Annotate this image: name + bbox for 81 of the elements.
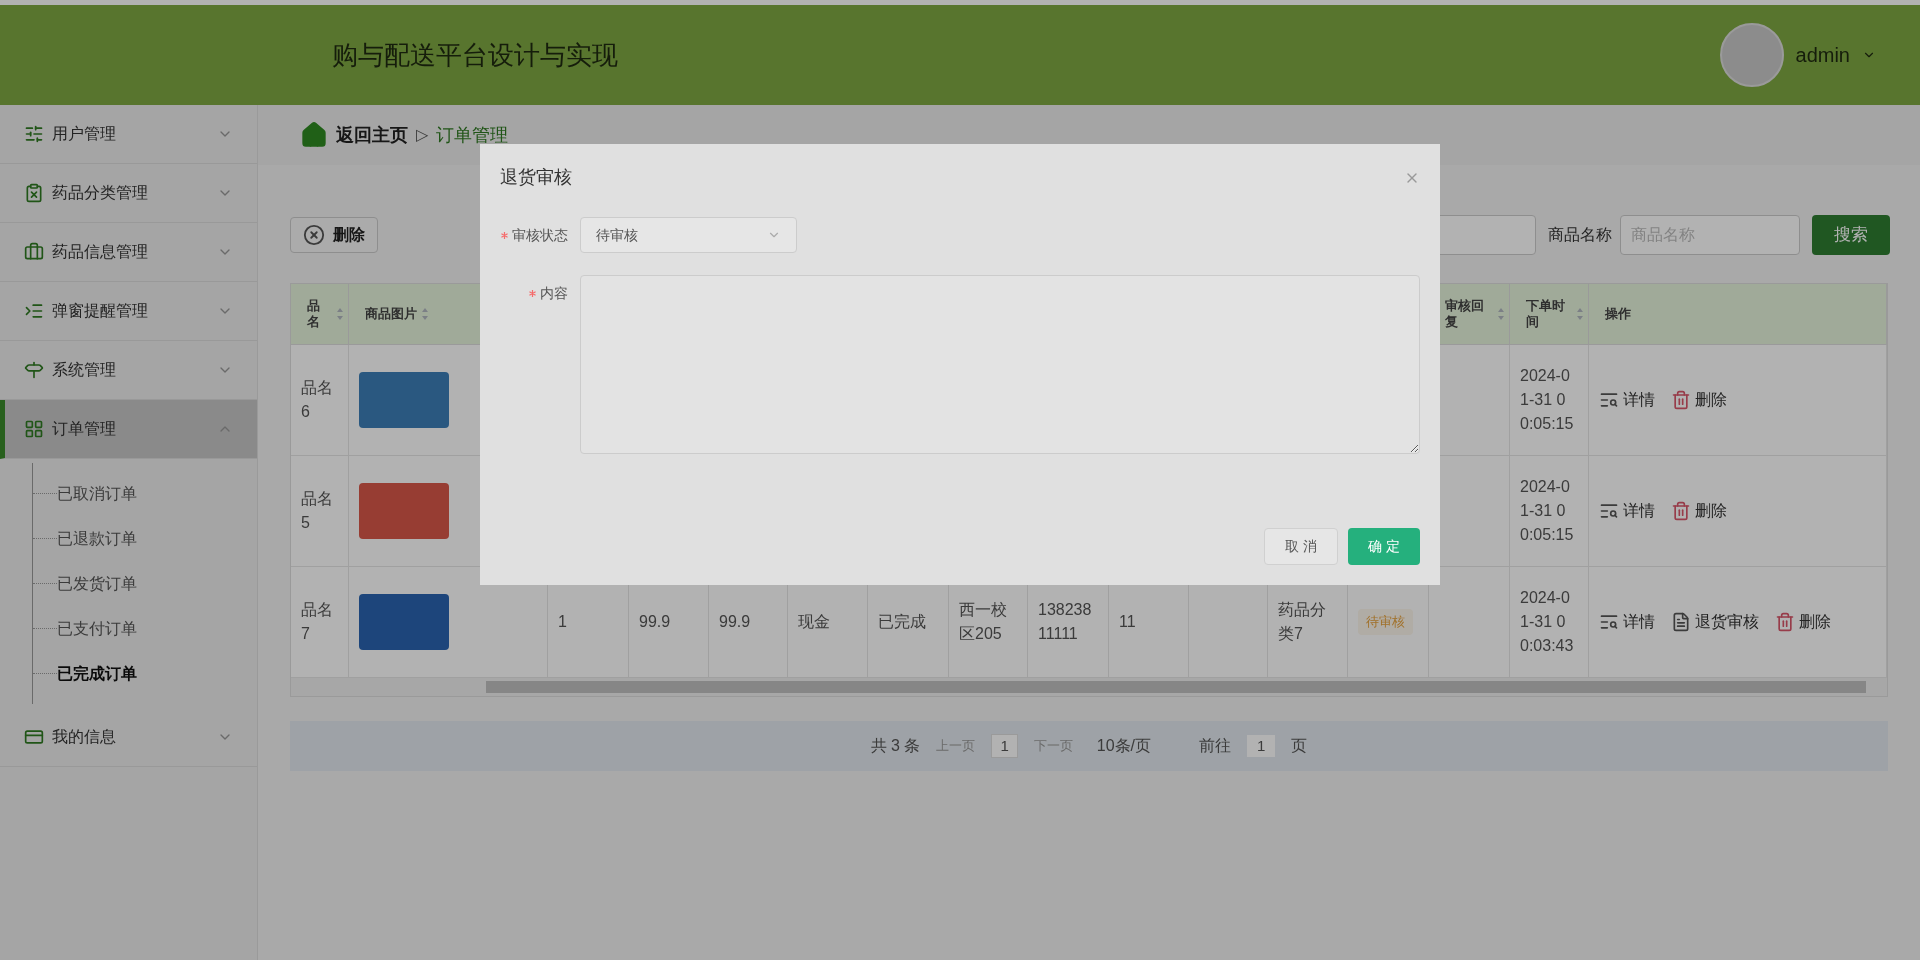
table-cell-text: 品名5 <box>301 489 334 533</box>
sidebar-item[interactable]: 药品分类管理 <box>0 164 257 223</box>
submenu-item[interactable]: 已支付订单 <box>57 616 137 641</box>
action-link[interactable]: 删除 <box>1671 499 1727 523</box>
trash-icon <box>1671 390 1691 410</box>
trash-icon <box>1671 501 1691 521</box>
menu-icon <box>24 242 44 262</box>
home-icon[interactable] <box>300 121 328 149</box>
sort-icon[interactable] <box>1576 307 1584 321</box>
table-cell-text: 1 <box>558 612 567 632</box>
column-header: 品名 <box>307 297 321 331</box>
action-link[interactable]: 退货审核 <box>1671 610 1759 634</box>
status-select[interactable]: 待审核 <box>580 217 797 253</box>
sort-icon[interactable] <box>1497 307 1505 321</box>
scrollbar[interactable] <box>291 678 1887 696</box>
sidebar-item[interactable]: 用户管理 <box>0 105 257 164</box>
column-header: 商品图片 <box>365 305 417 323</box>
document-icon <box>1671 612 1691 632</box>
cancel-button[interactable]: 取 消 <box>1264 528 1339 565</box>
menu-icon <box>24 301 44 321</box>
table-cell-text: 2024-01-31 00:03:43 <box>1520 588 1575 656</box>
table-cell-text: 已完成 <box>878 612 926 632</box>
table-cell-text: 品名7 <box>301 600 334 644</box>
goto-suffix: 页 <box>1291 736 1308 756</box>
action-link[interactable]: 详情 <box>1599 388 1655 412</box>
page-number[interactable]: 1 <box>991 733 1018 759</box>
submenu-item[interactable]: 已退款订单 <box>57 526 137 551</box>
table-cell-text: 品名6 <box>301 378 334 422</box>
menu-icon <box>24 419 44 439</box>
column-header: 下单时间 <box>1526 297 1566 331</box>
table-cell-text: 2024-01-31 00:05:15 <box>1520 366 1575 434</box>
goto-label: 前往 <box>1199 736 1231 756</box>
table-cell-text: 11 <box>1119 612 1136 632</box>
submenu-item[interactable]: 已完成订单 <box>57 661 137 686</box>
search-button[interactable]: 搜索 <box>1812 215 1890 255</box>
table-cell-text: 药品分类7 <box>1278 600 1327 644</box>
sidebar-item[interactable]: 药品信息管理 <box>0 223 257 282</box>
table-cell-text: 99.9 <box>719 612 751 632</box>
menu-icon <box>24 360 44 380</box>
close-circle-icon <box>303 224 325 246</box>
table-cell-text: 西一校区205 <box>959 600 1008 644</box>
sidebar-item[interactable]: 订单管理 <box>0 400 257 459</box>
search-icon <box>1599 390 1619 410</box>
column-header: 操作 <box>1605 305 1631 323</box>
column-header: 审核回复 <box>1445 297 1485 331</box>
page-size-select[interactable]: 10条/页 <box>1096 734 1151 758</box>
dialog-title: 退货审核 <box>500 166 572 189</box>
table-cell-text: 13823811111 <box>1038 600 1093 644</box>
menu-icon <box>24 183 44 203</box>
total-count: 共 3 条 <box>870 736 921 756</box>
breadcrumb-separator: ▷ <box>416 125 428 145</box>
menu-icon <box>24 124 44 144</box>
delete-button[interactable]: 删除 <box>290 217 378 253</box>
table-cell-text: 2024-01-31 00:05:15 <box>1520 477 1575 545</box>
submenu-item[interactable]: 已取消订单 <box>57 481 137 506</box>
action-link[interactable]: 详情 <box>1599 610 1655 634</box>
content-textarea[interactable] <box>580 275 1420 454</box>
goto-page-field[interactable]: 1 <box>1247 734 1276 758</box>
trash-icon <box>1775 612 1795 632</box>
action-link[interactable]: 删除 <box>1671 388 1727 412</box>
sort-icon[interactable] <box>421 307 429 321</box>
app-title: 购与配送平台设计与实现 <box>331 38 618 72</box>
required-mark-icon <box>529 290 536 297</box>
action-link[interactable]: 详情 <box>1599 499 1655 523</box>
action-link[interactable]: 删除 <box>1775 610 1831 634</box>
status-tag: 待审核 <box>1358 609 1413 635</box>
sidebar-item[interactable]: 我的信息 <box>0 708 257 767</box>
form-label: 内容 <box>540 284 568 303</box>
search-icon <box>1599 501 1619 521</box>
submenu-item[interactable]: 已发货订单 <box>57 571 137 596</box>
sort-icon[interactable] <box>336 307 344 321</box>
table-cell-text: 99.9 <box>639 612 671 632</box>
sidebar-item[interactable]: 弹窗提醒管理 <box>0 282 257 341</box>
search-label: 商品名称 <box>1548 225 1612 245</box>
search-icon <box>1599 612 1619 632</box>
required-mark-icon <box>501 232 508 239</box>
form-label: 审核状态 <box>512 226 568 245</box>
home-link[interactable]: 返回主页 <box>336 121 408 149</box>
breadcrumb-current: 订单管理 <box>436 123 508 147</box>
table-cell-text: 现金 <box>798 612 830 632</box>
menu-icon <box>24 727 44 747</box>
